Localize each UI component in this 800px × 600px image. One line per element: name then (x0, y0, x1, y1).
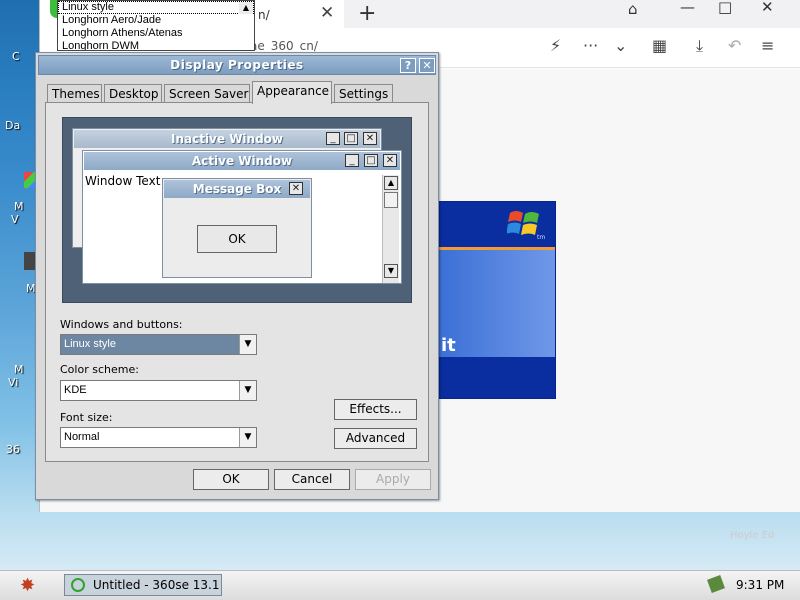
cancel-button[interactable]: Cancel (274, 469, 350, 490)
scroll-down-icon: ▼ (384, 264, 398, 278)
close-icon: ✕ (383, 154, 397, 167)
windows-buttons-select[interactable]: Linux style ▼ (60, 334, 257, 355)
taskbar: ✸ Untitled - 360se 13.1 9:31 PM (0, 570, 800, 600)
taskbar-item-label: Untitled - 360se 13.1 (93, 578, 220, 592)
desktop-label-c: C (12, 50, 20, 63)
maximize-icon: □ (364, 154, 378, 167)
windows-buttons-value: Linux style (64, 338, 116, 350)
dropdown-option[interactable]: Longhorn DWM (58, 40, 254, 50)
more-icon[interactable]: ··· (583, 36, 598, 55)
chevron-down-icon[interactable]: ▼ (239, 335, 256, 354)
chevron-down-icon[interactable]: ⌄ (614, 36, 627, 55)
window-close-icon[interactable]: ✕ (761, 0, 774, 16)
tab-close-icon[interactable]: ✕ (320, 3, 334, 23)
color-scheme-label: Color scheme: (60, 363, 139, 376)
apply-button[interactable]: Apply (355, 469, 431, 490)
ok-button[interactable]: OK (193, 469, 269, 490)
start-menu-icon[interactable]: ✸ (20, 575, 35, 596)
tab-themes[interactable]: Themes (47, 84, 102, 103)
appearance-preview: Inactive Window _ □ ✕ Active Window _ □ … (62, 117, 412, 303)
appearance-panel: Inactive Window _ □ ✕ Active Window _ □ … (45, 102, 429, 462)
effects-button[interactable]: Effects... (334, 399, 417, 420)
desktop-label-m3: M (14, 363, 24, 376)
display-properties-dialog: Display Properties ? ✕ Themes Desktop Sc… (35, 52, 439, 500)
chevron-down-icon[interactable]: ▼ (239, 381, 256, 400)
close-icon: ✕ (363, 132, 377, 145)
windows-buttons-dropdown-list[interactable]: Linux style Longhorn Aero/Jade Longhorn … (57, 0, 255, 51)
new-tab-icon[interactable]: + (358, 1, 376, 26)
preview-window-text: Window Text (85, 174, 161, 188)
watermark-text: Hoyle Ed (730, 530, 775, 541)
preview-ok-button: OK (197, 225, 277, 253)
lightning-icon[interactable]: ⚡ (550, 36, 561, 55)
xp-splash-text: it (441, 335, 456, 356)
dropdown-option[interactable]: Longhorn Aero/Jade (58, 14, 254, 27)
font-size-select[interactable]: Normal ▼ (60, 427, 257, 448)
trademark-text: tm (537, 234, 546, 241)
taskbar-item-browser[interactable]: Untitled - 360se 13.1 (64, 574, 222, 596)
minimize-icon: _ (345, 154, 359, 167)
menu-icon[interactable]: ≡ (761, 36, 774, 55)
desktop-label-vi: Vi (8, 376, 19, 389)
dialog-title: Display Properties (170, 58, 304, 72)
desktop-label-v1: V (11, 213, 19, 226)
desktop-label-m1: M (14, 200, 24, 213)
font-size-label: Font size: (60, 411, 113, 424)
close-icon[interactable]: ✕ (419, 58, 435, 73)
tab-desktop[interactable]: Desktop (104, 84, 162, 103)
browser-tab-title: n/ (258, 8, 270, 22)
windows-buttons-label: Windows and buttons: (60, 318, 183, 331)
pin-icon[interactable]: ⌂ (628, 0, 638, 18)
preview-scrollbar: ▲ ▼ (382, 175, 399, 283)
tab-appearance[interactable]: Appearance (252, 81, 332, 104)
undo-icon[interactable]: ↶ (728, 36, 741, 55)
tab-settings[interactable]: Settings (334, 84, 393, 103)
help-icon[interactable]: ? (400, 58, 416, 73)
color-scheme-value: KDE (64, 384, 87, 396)
download-icon[interactable]: ⤓ (696, 36, 703, 56)
apps-grid-icon[interactable]: ▦ (652, 36, 667, 55)
color-scheme-select[interactable]: KDE ▼ (60, 380, 257, 401)
chevron-down-icon[interactable]: ▼ (239, 428, 256, 447)
advanced-button[interactable]: Advanced (334, 428, 417, 449)
scroll-up-icon: ▲ (384, 176, 398, 190)
maximize-icon[interactable]: □ (718, 0, 732, 16)
close-icon: ✕ (289, 182, 303, 195)
windows-logo-icon (507, 211, 539, 235)
minimize-icon[interactable]: — (680, 0, 695, 16)
clock[interactable]: 9:31 PM (736, 578, 784, 592)
desktop-label-36: 36 (6, 443, 20, 456)
scroll-up-icon[interactable]: ▲ (239, 2, 253, 14)
scroll-thumb (384, 192, 398, 208)
minimize-icon: _ (326, 132, 340, 145)
network-tray-icon[interactable] (707, 575, 725, 593)
address-bar[interactable]: ae_360_cn/ (250, 39, 318, 53)
dialog-titlebar[interactable]: Display Properties ? ✕ (38, 55, 436, 75)
browser-logo-icon (71, 578, 85, 592)
maximize-icon: □ (344, 132, 358, 145)
dropdown-option[interactable]: Linux style (58, 1, 254, 14)
dropdown-option[interactable]: Longhorn Athens/Atenas (58, 27, 254, 40)
font-size-value: Normal (64, 431, 100, 443)
tab-screen-saver[interactable]: Screen Saver (164, 84, 250, 103)
desktop-label-da: Da (5, 119, 21, 132)
xp-splash-band: it (437, 247, 555, 357)
xp-splash-image: tm it (436, 201, 556, 399)
preview-message-box: Message Box ✕ OK (162, 178, 312, 278)
